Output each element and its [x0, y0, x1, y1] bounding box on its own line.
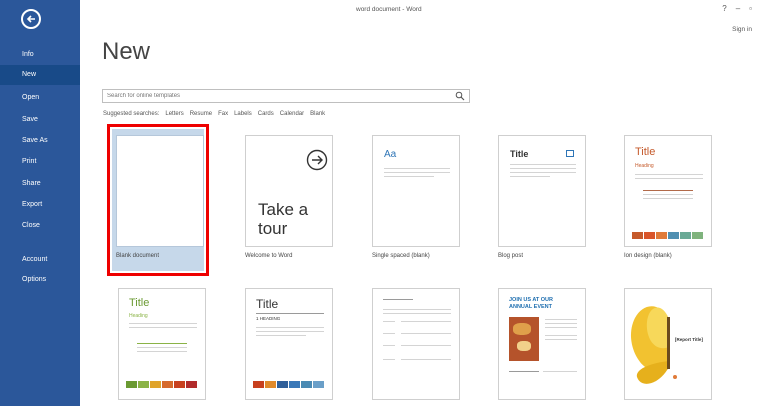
template-report-title: [Report Title] — [675, 337, 703, 342]
sidebar-item-account[interactable]: Account — [0, 250, 80, 270]
sidebar-item-save[interactable]: Save — [0, 110, 80, 130]
arrow-right-circle-icon — [306, 149, 328, 171]
sidebar-item-save-as[interactable]: Save As — [0, 131, 80, 151]
selection-highlight-frame — [107, 124, 209, 276]
food-photo-image — [509, 317, 539, 361]
suggested-resume[interactable]: Resume — [190, 111, 212, 117]
window-title: word document - Word — [356, 6, 422, 13]
template-thumbnail — [372, 288, 460, 400]
template-thumbnail: Title 1 HEADING — [245, 288, 333, 400]
suggested-letters[interactable]: Letters — [165, 111, 183, 117]
sidebar-item-export[interactable]: Export — [0, 195, 80, 215]
template-label: Welcome to Word — [245, 253, 293, 259]
suggested-label: Suggested searches: — [103, 111, 160, 117]
template-title-text: Title — [129, 297, 150, 309]
template-title-text: Title — [635, 146, 656, 158]
template-single-spaced[interactable]: Aa Single spaced (blank) — [372, 135, 460, 267]
search-input[interactable] — [105, 90, 449, 102]
suggested-labels[interactable]: Labels — [234, 111, 252, 117]
window-controls: ? – ▫ — [722, 4, 752, 13]
sign-in-link[interactable]: Sign in — [732, 26, 752, 33]
template-thumbnail: Take a tour — [245, 135, 333, 247]
sidebar-item-print[interactable]: Print — [0, 152, 80, 172]
suggested-searches: Suggested searches: Letters Resume Fax L… — [103, 111, 325, 117]
sidebar-item-close[interactable]: Close — [0, 216, 80, 236]
template-blog-post[interactable]: Title Blog post — [498, 135, 586, 267]
page-title: New — [102, 38, 151, 65]
template-title-text: Title — [510, 149, 529, 159]
help-icon[interactable]: ? — [722, 4, 726, 13]
sidebar-item-new[interactable]: New — [0, 65, 80, 85]
suggested-fax[interactable]: Fax — [218, 111, 228, 117]
template-ion-design[interactable]: Title Heading Ion design (blank) — [624, 135, 712, 267]
template-title-heading-green[interactable]: Title Heading — [118, 288, 206, 400]
template-thumbnail: [Report Title] — [624, 288, 712, 400]
butterfly-image — [630, 306, 670, 384]
suggested-blank[interactable]: Blank — [310, 111, 325, 117]
template-thumbnail: Title Heading — [624, 135, 712, 247]
template-event-text: JOIN US AT OUR ANNUAL EVENT — [509, 297, 554, 310]
template-label: Blog post — [498, 253, 524, 259]
template-aa-text: Aa — [384, 149, 397, 160]
template-thumbnail: Aa — [372, 135, 460, 247]
template-tour-text: Take a tour — [258, 200, 309, 238]
template-thumbnail: Title — [498, 135, 586, 247]
template-heading-text: Heading — [635, 163, 654, 169]
template-label: Ion design (blank) — [624, 253, 672, 259]
search-icon[interactable] — [455, 91, 465, 101]
template-label: Single spaced (blank) — [372, 253, 430, 259]
search-box — [102, 89, 470, 103]
back-arrow-icon[interactable] — [21, 9, 41, 29]
template-thumbnail: Title Heading — [118, 288, 206, 400]
suggested-calendar[interactable]: Calendar — [280, 111, 304, 117]
image-placeholder-icon — [566, 150, 574, 157]
sidebar-item-info[interactable]: Info — [0, 45, 80, 65]
minimize-icon[interactable]: – — [736, 4, 740, 13]
template-thumbnail: JOIN US AT OUR ANNUAL EVENT — [498, 288, 586, 400]
restore-icon[interactable]: ▫ — [749, 4, 752, 13]
sidebar-item-open[interactable]: Open — [0, 88, 80, 108]
template-title-numbered-heading[interactable]: Title 1 HEADING — [245, 288, 333, 400]
template-title-text: Title — [256, 297, 279, 311]
template-heading-text: 1 HEADING — [256, 316, 281, 321]
template-heading-text: Heading — [129, 313, 148, 319]
template-form-document[interactable] — [372, 288, 460, 400]
template-event-flyer[interactable]: JOIN US AT OUR ANNUAL EVENT — [498, 288, 586, 400]
template-welcome-to-word[interactable]: Take a tour Welcome to Word — [245, 135, 333, 267]
backstage-sidebar: Info New Open Save Save As Print Share E… — [0, 0, 80, 406]
sidebar-item-share[interactable]: Share — [0, 174, 80, 194]
sidebar-item-options[interactable]: Options — [0, 270, 80, 290]
suggested-cards[interactable]: Cards — [258, 111, 274, 117]
template-report[interactable]: [Report Title] — [624, 288, 712, 400]
